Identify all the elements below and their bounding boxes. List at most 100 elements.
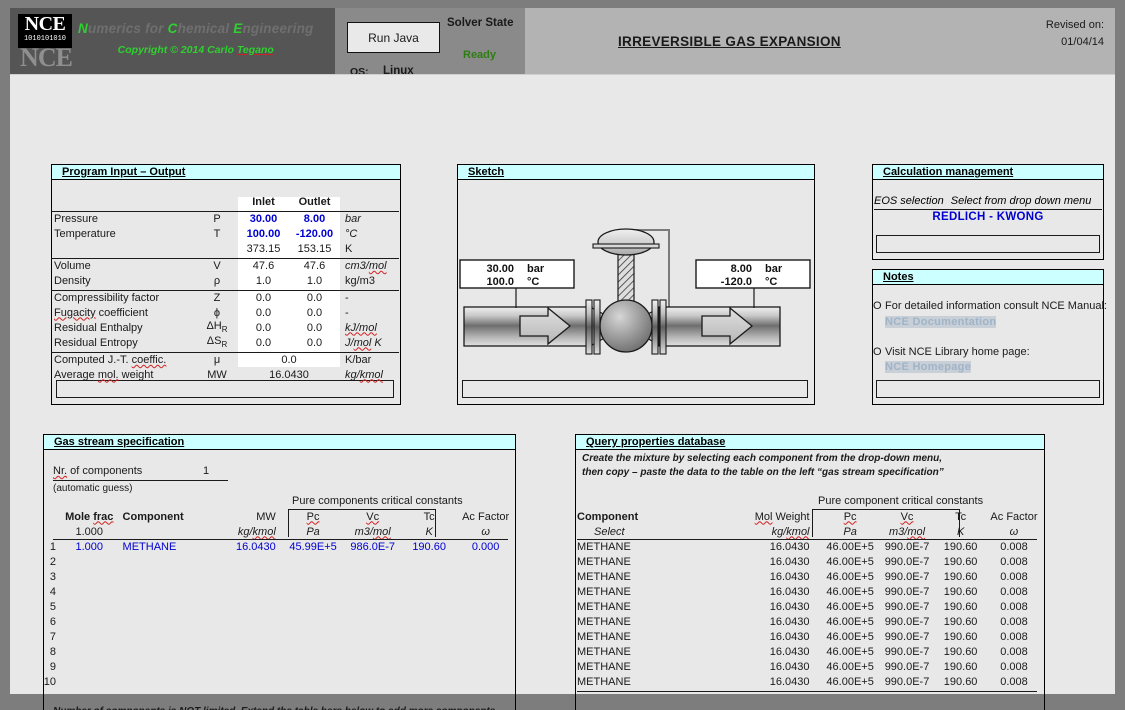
cell-pc[interactable] (284, 659, 343, 674)
cell-mole-frac[interactable] (60, 644, 119, 659)
cell-mole-frac[interactable]: 1.000 (60, 539, 119, 554)
run-java-button[interactable]: Run Java (347, 22, 440, 53)
table-row[interactable]: 6 (43, 614, 516, 629)
cell-tc[interactable] (403, 644, 455, 659)
cell-tc[interactable] (403, 629, 455, 644)
cell-component[interactable]: METHANE (572, 629, 734, 644)
cell-vc[interactable] (342, 554, 403, 569)
cell-tc[interactable] (403, 659, 455, 674)
cell-component[interactable] (119, 659, 224, 674)
cell-ac[interactable] (455, 554, 516, 569)
cell-mw[interactable] (223, 659, 284, 674)
cell-mw[interactable] (223, 554, 284, 569)
cell-vc[interactable] (342, 569, 403, 584)
cell-mole-frac[interactable] (60, 584, 119, 599)
select-label[interactable]: Select (572, 524, 734, 539)
table-row[interactable]: METHANE 16.0430 46.00E+5 990.0E-7 190.60 0.00… (572, 659, 1042, 674)
inlet-temperature-input[interactable]: 100.00 (238, 226, 289, 241)
cell-tc[interactable] (403, 674, 455, 689)
cell-pc[interactable] (284, 599, 343, 614)
cell-component[interactable]: METHANE (572, 644, 734, 659)
cell-mole-frac[interactable] (60, 674, 119, 689)
table-row[interactable]: 9 (43, 659, 516, 674)
cell-mw[interactable] (223, 599, 284, 614)
cell-component[interactable]: METHANE (572, 569, 734, 584)
table-row[interactable]: METHANE 16.0430 46.00E+5 990.0E-7 190.60 0.00… (572, 554, 1042, 569)
cell-ac[interactable]: 0.000 (455, 539, 516, 554)
table-row[interactable]: METHANE 16.0430 46.00E+5 990.0E-7 190.60 0.00… (572, 629, 1042, 644)
cell-pc[interactable] (284, 614, 343, 629)
cell-tc[interactable] (403, 584, 455, 599)
table-row[interactable]: 2 (43, 554, 516, 569)
cell-component[interactable]: METHANE (572, 614, 734, 629)
eos-selection-dropdown[interactable]: REDLICH - KWONG (872, 211, 1104, 223)
cell-component[interactable] (119, 614, 224, 629)
table-row[interactable]: METHANE 16.0430 46.00E+5 990.0E-7 190.60 0.00… (572, 644, 1042, 659)
cell-pc[interactable] (284, 569, 343, 584)
cell-ac[interactable] (455, 569, 516, 584)
cell-component[interactable]: METHANE (119, 539, 224, 554)
cell-pc[interactable] (284, 644, 343, 659)
cell-mw[interactable] (223, 674, 284, 689)
cell-mole-frac[interactable] (60, 554, 119, 569)
table-row[interactable]: 7 (43, 629, 516, 644)
cell-pc[interactable] (284, 554, 343, 569)
table-row[interactable]: 4 (43, 584, 516, 599)
cell-pc[interactable] (284, 674, 343, 689)
table-row[interactable]: METHANE 16.0430 46.00E+5 990.0E-7 190.60 0.00… (572, 539, 1042, 554)
table-row[interactable]: METHANE 16.0430 46.00E+5 990.0E-7 190.60 0.00… (572, 599, 1042, 614)
cell-vc[interactable] (342, 659, 403, 674)
cell-tc[interactable] (403, 614, 455, 629)
cell-pc[interactable]: 45.99E+5 (284, 539, 343, 554)
cell-component[interactable] (119, 569, 224, 584)
cell-ac[interactable] (455, 644, 516, 659)
table-row[interactable]: 1 1.000 METHANE 16.0430 45.99E+5 986.0E-… (43, 539, 516, 554)
cell-mole-frac[interactable] (60, 599, 119, 614)
cell-component[interactable]: METHANE (572, 554, 734, 569)
cell-vc[interactable] (342, 584, 403, 599)
cell-vc[interactable]: 986.0E-7 (342, 539, 403, 554)
nce-homepage-link[interactable]: NCE Homepage (885, 361, 972, 373)
cell-ac[interactable] (455, 659, 516, 674)
cell-ac[interactable] (455, 599, 516, 614)
cell-tc[interactable]: 190.60 (403, 539, 455, 554)
cell-ac[interactable] (455, 674, 516, 689)
cell-mole-frac[interactable] (60, 629, 119, 644)
cell-vc[interactable] (342, 629, 403, 644)
cell-pc[interactable] (284, 584, 343, 599)
table-row[interactable]: METHANE 16.0430 46.00E+5 990.0E-7 190.60 0.00… (572, 614, 1042, 629)
table-row[interactable]: METHANE 16.0430 46.00E+5 990.0E-7 190.60 0.00… (572, 584, 1042, 599)
cell-tc[interactable] (403, 599, 455, 614)
cell-ac[interactable] (455, 584, 516, 599)
cell-mw[interactable]: 16.0430 (223, 539, 284, 554)
cell-vc[interactable] (342, 614, 403, 629)
cell-tc[interactable] (403, 569, 455, 584)
cell-mw[interactable] (223, 644, 284, 659)
cell-component[interactable]: METHANE (572, 539, 734, 554)
table-row[interactable]: 5 (43, 599, 516, 614)
cell-mole-frac[interactable] (60, 614, 119, 629)
cell-mw[interactable] (223, 614, 284, 629)
cell-component[interactable]: METHANE (572, 674, 734, 689)
cell-component[interactable] (119, 629, 224, 644)
cell-tc[interactable] (403, 554, 455, 569)
cell-mole-frac[interactable] (60, 659, 119, 674)
outlet-pressure-input[interactable]: 8.00 (289, 211, 340, 226)
cell-component[interactable]: METHANE (572, 659, 734, 674)
cell-pc[interactable] (284, 629, 343, 644)
table-row[interactable]: 3 (43, 569, 516, 584)
cell-mole-frac[interactable] (60, 569, 119, 584)
table-row[interactable]: METHANE 16.0430 46.00E+5 990.0E-7 190.60 0.00… (572, 674, 1042, 689)
cell-component[interactable] (119, 674, 224, 689)
cell-component[interactable] (119, 644, 224, 659)
table-row[interactable]: METHANE 16.0430 46.00E+5 990.0E-7 190.60 0.00… (572, 569, 1042, 584)
cell-vc[interactable] (342, 674, 403, 689)
cell-component[interactable] (119, 584, 224, 599)
cell-mw[interactable] (223, 584, 284, 599)
cell-mw[interactable] (223, 569, 284, 584)
cell-vc[interactable] (342, 644, 403, 659)
table-row[interactable]: 10 (43, 674, 516, 689)
cell-vc[interactable] (342, 599, 403, 614)
nr-components-value[interactable]: 1 (196, 465, 216, 477)
nce-documentation-link[interactable]: NCE Documentation (885, 316, 997, 328)
